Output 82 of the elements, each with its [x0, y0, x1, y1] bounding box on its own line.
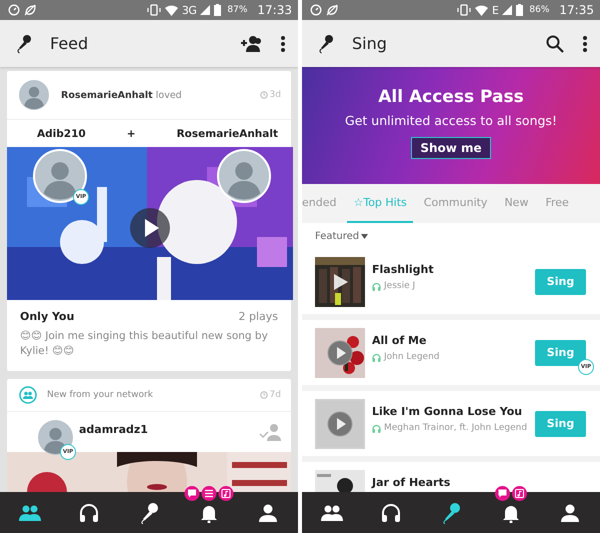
tab[interactable]: ended — [302, 184, 342, 223]
song-title: Flashlight — [372, 263, 435, 276]
headphones-icon[interactable] — [79, 502, 100, 522]
headphones-icon — [372, 424, 381, 432]
search-icon[interactable] — [546, 34, 564, 52]
chat-icon — [494, 486, 510, 500]
post-time: 7d — [270, 390, 281, 400]
artist-name: Meghan Trainor, ft. John Legend — [384, 423, 528, 433]
signal-icon — [200, 5, 210, 15]
caret-icon[interactable] — [361, 234, 368, 238]
screen-title: Sing — [352, 34, 387, 53]
tab[interactable]: Free — [539, 184, 575, 223]
vibrate-icon — [456, 4, 471, 16]
singer-name: RosemarieAnhalt — [176, 128, 278, 140]
avatar — [219, 151, 269, 201]
data-saver-icon — [8, 4, 20, 16]
song-title: All of Me — [372, 334, 428, 347]
signal-icon — [502, 5, 512, 15]
battery-level: 87% — [227, 5, 248, 15]
user-name: adamradz1 — [79, 422, 149, 436]
battery-icon — [516, 4, 524, 16]
list-icon — [201, 486, 216, 500]
sort-dropdown[interactable]: Featured — [315, 230, 368, 242]
person-icon[interactable] — [259, 504, 278, 522]
avatar — [19, 80, 49, 110]
no-leaf-icon — [326, 4, 338, 16]
tab[interactable]: New — [498, 184, 534, 223]
person-icon[interactable] — [561, 504, 580, 522]
avatar — [38, 420, 73, 454]
clock-icon — [260, 91, 268, 99]
people-icon[interactable] — [18, 504, 41, 520]
song-title: Only You — [20, 310, 74, 323]
headphones-icon — [372, 352, 381, 362]
network-type: 3G — [182, 4, 196, 16]
more-icon[interactable] — [280, 34, 286, 52]
music-icon — [512, 486, 527, 500]
screen-title: Feed — [50, 34, 88, 53]
chat-icon — [184, 486, 200, 500]
song-title: Like I'm Gonna Lose You — [372, 405, 524, 418]
song-title: Jar of Hearts — [372, 476, 452, 489]
artist-name: Jessie J — [384, 281, 416, 291]
microphone-icon — [16, 34, 32, 54]
banner-subtitle: Get unlimited access to all songs! — [345, 113, 557, 128]
banner-title: All Access Pass — [378, 87, 524, 107]
vibrate-icon — [146, 4, 161, 16]
sing-button[interactable]: Sing — [535, 268, 586, 294]
plus-sign: + — [126, 128, 136, 140]
wifi-icon — [164, 4, 178, 16]
headphones-icon — [372, 282, 381, 290]
microphone-icon[interactable] — [138, 502, 159, 524]
sing-button[interactable]: Sing — [535, 340, 586, 366]
battery-icon — [214, 4, 222, 16]
sing-button[interactable]: Sing — [535, 410, 586, 436]
singer-name: Adib210 — [37, 128, 86, 140]
music-icon — [218, 486, 234, 500]
play-button[interactable] — [130, 208, 170, 248]
people-icon — [19, 386, 37, 404]
network-type: E — [492, 4, 498, 16]
activity-text: RosemarieAnhalt loved — [61, 90, 183, 100]
tab[interactable]: ☆Top Hits — [347, 184, 413, 223]
avatar — [35, 151, 85, 201]
play-count: 2 plays — [238, 310, 278, 323]
tab[interactable]: Community — [418, 184, 494, 223]
battery-level: 86% — [529, 5, 550, 15]
post-time: 3d — [270, 90, 281, 100]
more-icon[interactable] — [582, 34, 588, 52]
no-leaf-icon — [24, 4, 36, 16]
microphone-icon[interactable] — [440, 502, 461, 524]
clock-time: 17:33 — [257, 3, 292, 17]
headphones-icon[interactable] — [381, 502, 402, 522]
show-me-button[interactable]: Show me — [411, 137, 491, 159]
data-saver-icon — [310, 4, 322, 16]
microphone-icon — [318, 34, 334, 54]
people-icon[interactable] — [320, 504, 343, 520]
play-button[interactable] — [327, 340, 353, 366]
post-caption: 😊😊 Join me singing this beautiful new song by Kylie! 😊😊 — [20, 329, 269, 359]
artist-name: John Legend — [384, 352, 440, 362]
clock-time: 17:35 — [559, 3, 594, 17]
add-person-icon[interactable] — [240, 34, 262, 52]
section-label: New from your network — [47, 390, 154, 400]
clock-icon — [260, 391, 268, 399]
wifi-icon — [474, 4, 488, 16]
